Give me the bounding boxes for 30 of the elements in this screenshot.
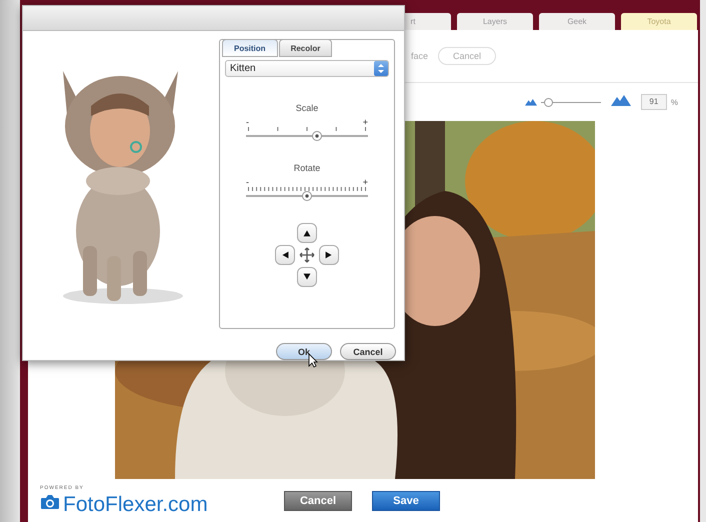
slider-thumb[interactable]	[312, 131, 322, 141]
shape-select[interactable]: Kitten	[225, 60, 389, 77]
mountain-icon	[610, 94, 631, 106]
tab[interactable]: Position	[222, 39, 278, 57]
minus-label: -	[246, 117, 249, 127]
footer-button[interactable]: Cancel	[284, 490, 352, 510]
slider-thumb[interactable]	[302, 191, 312, 201]
tab[interactable]: Layers	[457, 13, 533, 30]
slider-thumb[interactable]	[544, 98, 554, 106]
slider-label: Rotate	[294, 163, 320, 173]
plus-label: +	[362, 117, 368, 127]
move-icon	[299, 247, 315, 263]
toolbar-label: face	[411, 51, 428, 61]
slider-label: Scale	[296, 103, 318, 113]
zoom-field[interactable]: 91	[640, 94, 667, 110]
mountain-icon	[524, 98, 537, 106]
camera-icon	[40, 494, 60, 510]
logo-text[interactable]: FotoFlexer.com	[63, 492, 208, 516]
dialog-button[interactable]: Ok	[276, 343, 332, 360]
up-arrow-button[interactable]	[297, 223, 317, 243]
percent-label: %	[670, 98, 678, 106]
footer-button[interactable]: Save	[372, 490, 440, 510]
dialog-button[interactable]: Cancel	[340, 343, 396, 360]
tab[interactable]: Geek	[539, 13, 615, 30]
minus-label: -	[246, 177, 249, 187]
left-arrow-button[interactable]	[275, 245, 295, 265]
down-arrow-button[interactable]	[297, 267, 317, 287]
tab[interactable]: Recolor	[278, 39, 332, 57]
right-arrow-button[interactable]	[319, 245, 339, 265]
plus-label: +	[362, 177, 368, 187]
